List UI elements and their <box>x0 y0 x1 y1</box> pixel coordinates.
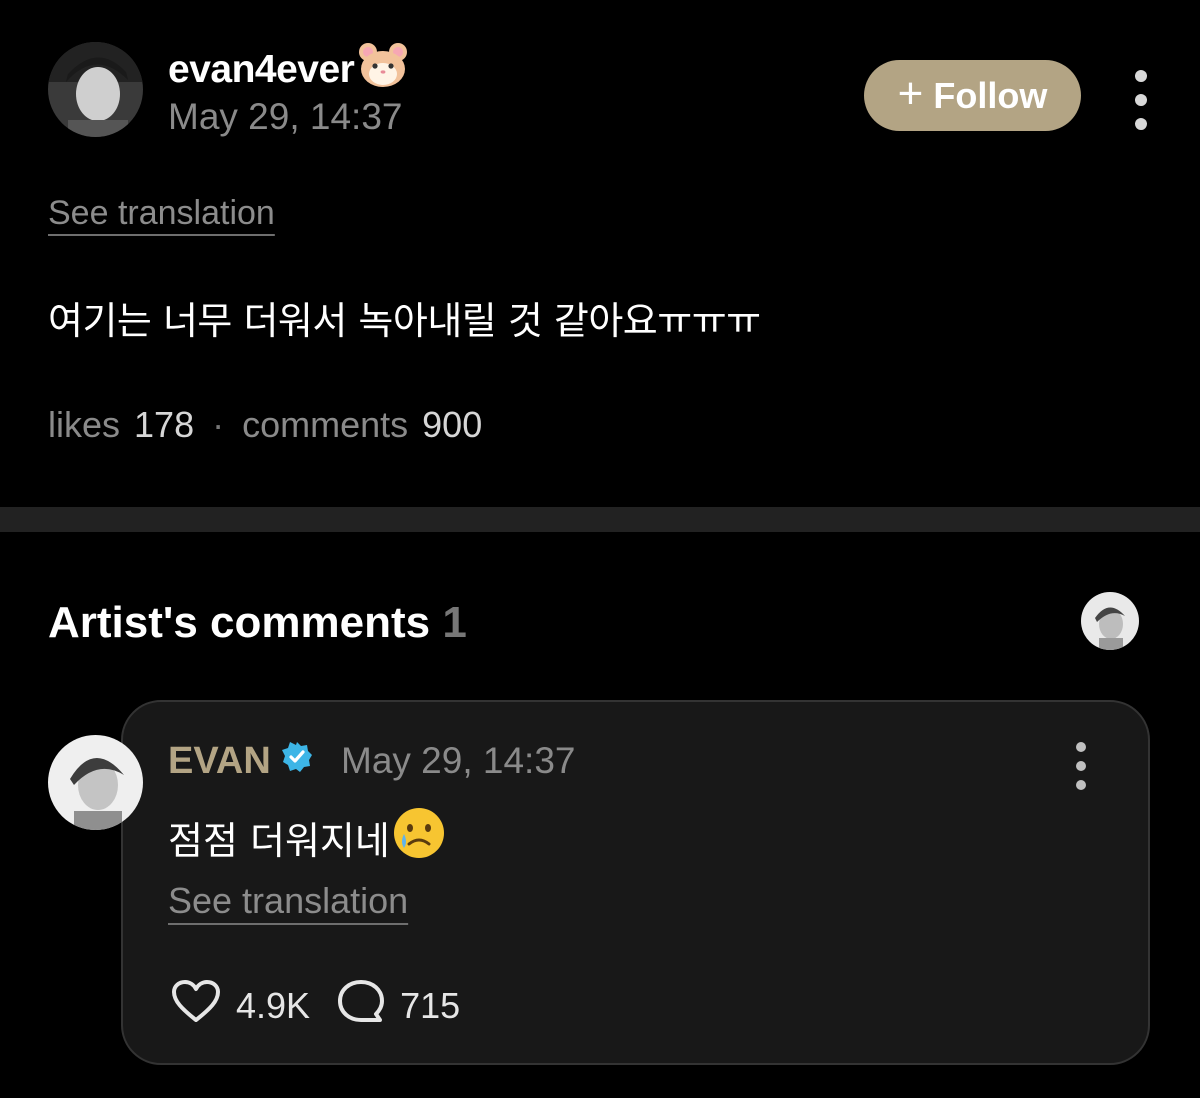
hamster-face-icon <box>358 42 408 98</box>
comment-bubble-icon <box>336 978 386 1033</box>
face-holding-back-tears-icon <box>392 806 446 869</box>
comments-count: 900 <box>422 404 483 445</box>
post-see-translation-link[interactable]: See translation <box>48 194 275 233</box>
follow-label: Follow <box>933 74 1048 116</box>
like-count: 4.9K <box>236 984 311 1026</box>
post-stats: likes 178 · comments 900 <box>48 404 482 446</box>
post-date: May 29, 14:37 <box>168 96 403 137</box>
comment-date: May 29, 14:37 <box>341 740 576 781</box>
comment-author-name: EVAN <box>168 740 271 782</box>
post-author-avatar[interactable] <box>48 42 143 137</box>
likes-count: 178 <box>134 404 195 445</box>
artist-comments-label: Artist's comments <box>48 598 431 647</box>
artist-comments-title: Artist's comments 1 <box>48 598 467 648</box>
like-button[interactable]: 4.9K <box>170 978 310 1033</box>
artist-avatar[interactable] <box>1081 592 1139 650</box>
comment-author[interactable]: EVAN <box>168 740 313 783</box>
plus-icon: + <box>897 68 924 118</box>
post: evan4ever May 29, 14:37 + Follow See tra… <box>0 0 1200 507</box>
comment-body-text: 점점 더워지네 <box>168 819 390 863</box>
post-more-options-icon[interactable] <box>1126 70 1156 130</box>
comments-label: comments <box>242 404 409 445</box>
heart-icon <box>170 978 222 1033</box>
stats-separator: · <box>212 404 225 445</box>
comment-body: 점점 더워지네 <box>168 806 446 869</box>
reply-count: 715 <box>400 984 461 1026</box>
follow-button[interactable]: + Follow <box>864 60 1081 131</box>
comment-author-avatar[interactable] <box>48 735 143 830</box>
comment-actions: 4.9K 715 <box>170 978 460 1033</box>
comment-see-translation-link[interactable]: See translation <box>168 880 408 922</box>
comment-more-options-icon[interactable] <box>1066 742 1096 790</box>
verified-badge-icon <box>281 740 313 783</box>
post-author-name[interactable]: evan4ever <box>168 42 408 98</box>
reply-button[interactable]: 715 <box>336 978 460 1033</box>
likes-label: likes <box>48 404 121 445</box>
artist-comments-count: 1 <box>442 598 467 647</box>
post-body-text: 여기는 너무 더워서 녹아내릴 것 같아요ㅠㅠㅠ <box>48 299 761 343</box>
author-name-text: evan4ever <box>168 48 355 91</box>
section-divider <box>0 507 1200 532</box>
